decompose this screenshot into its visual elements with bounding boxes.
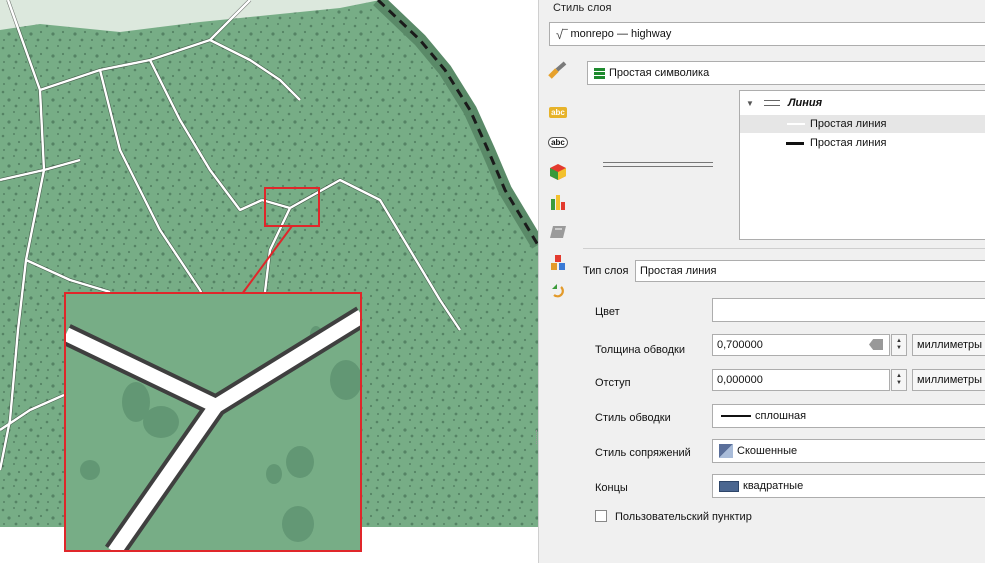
style-tabs-strip: abc abc: [541, 58, 575, 311]
layer-type-select-label: Простая линия: [640, 265, 717, 277]
layer-type-label: Тип слоя: [583, 265, 629, 277]
layer-selector[interactable]: √‾ monrepo — highway: [549, 22, 985, 46]
join-style-value: Скошенные: [737, 445, 798, 457]
panel-title: Стиль слоя: [553, 2, 612, 14]
clear-icon[interactable]: [869, 339, 883, 350]
single-symbol-icon: [594, 67, 605, 79]
width-unit-select[interactable]: миллиметры: [912, 334, 985, 356]
layer-type-select[interactable]: Простая линия: [635, 260, 985, 282]
join-style-select[interactable]: Скошенные: [712, 439, 985, 463]
masks-icon[interactable]: abc: [543, 131, 573, 153]
offset-unit-select[interactable]: миллиметры: [912, 369, 985, 391]
square-cap-icon: [719, 480, 739, 492]
inset-svg: [66, 294, 360, 550]
line-layer-icon: √‾: [556, 26, 568, 42]
line-symbol-icon: [764, 100, 780, 106]
cap-style-value: квадратные: [743, 480, 804, 492]
color-label: Цвет: [595, 306, 620, 318]
symbol-layer-tree[interactable]: ▼ Линия Простая линия Простая линия: [739, 90, 985, 240]
history-icon[interactable]: [543, 251, 573, 273]
tree-item-root[interactable]: ▼ Линия: [740, 94, 985, 112]
labels-icon[interactable]: abc: [543, 101, 573, 123]
offset-input-value: 0,000000: [717, 374, 763, 386]
tree-item-simple-line-2[interactable]: Простая линия: [740, 134, 985, 152]
offset-label: Отступ: [595, 377, 631, 389]
width-spinner[interactable]: ▲ ▼: [891, 334, 907, 356]
white-line-icon: [786, 122, 806, 126]
renderer-select-label: Простая символика: [609, 67, 710, 79]
width-input-value: 0,700000: [717, 339, 763, 351]
black-line-icon: [786, 141, 804, 145]
rendering-icon[interactable]: [543, 221, 573, 243]
custom-dash-checkbox[interactable]: [595, 510, 607, 522]
join-style-label: Стиль сопряжений: [595, 447, 691, 459]
solid-line-icon: [721, 415, 751, 417]
tree-root-label: Линия: [788, 97, 823, 109]
offset-spinner[interactable]: ▲ ▼: [891, 369, 907, 391]
layer-selector-label: monrepo — highway: [570, 28, 672, 40]
custom-dash-label: Пользовательский пунктир: [615, 511, 752, 523]
stroke-style-value: сплошная: [755, 410, 807, 422]
renderer-select[interactable]: Простая символика: [587, 61, 985, 85]
cap-style-select[interactable]: квадратные: [712, 474, 985, 498]
splitter-handle[interactable]: [536, 430, 539, 444]
layer-style-panel: Стиль слоя √‾ monrepo — highway Простая …: [536, 0, 985, 563]
bevel-join-icon: [719, 444, 733, 458]
tree-item-simple-line-1[interactable]: Простая линия: [740, 115, 985, 133]
symbol-preview: [583, 90, 733, 240]
undo-icon[interactable]: [543, 281, 573, 303]
tree-child2-label: Простая линия: [810, 137, 887, 149]
color-button[interactable]: [712, 298, 985, 322]
separator: [583, 248, 985, 249]
offset-input[interactable]: 0,000000: [712, 369, 890, 391]
width-input[interactable]: 0,700000: [712, 334, 890, 356]
stroke-style-label: Стиль обводки: [595, 412, 671, 424]
width-label: Толщина обводки: [595, 344, 685, 356]
cap-style-label: Концы: [595, 482, 628, 494]
3d-view-icon[interactable]: [543, 161, 573, 183]
collapse-arrow-icon[interactable]: ▼: [746, 99, 754, 108]
diagrams-icon[interactable]: [543, 191, 573, 213]
tree-child1-label: Простая линия: [810, 118, 887, 130]
stroke-style-select[interactable]: сплошная: [712, 404, 985, 428]
zoom-inset: [64, 292, 362, 552]
